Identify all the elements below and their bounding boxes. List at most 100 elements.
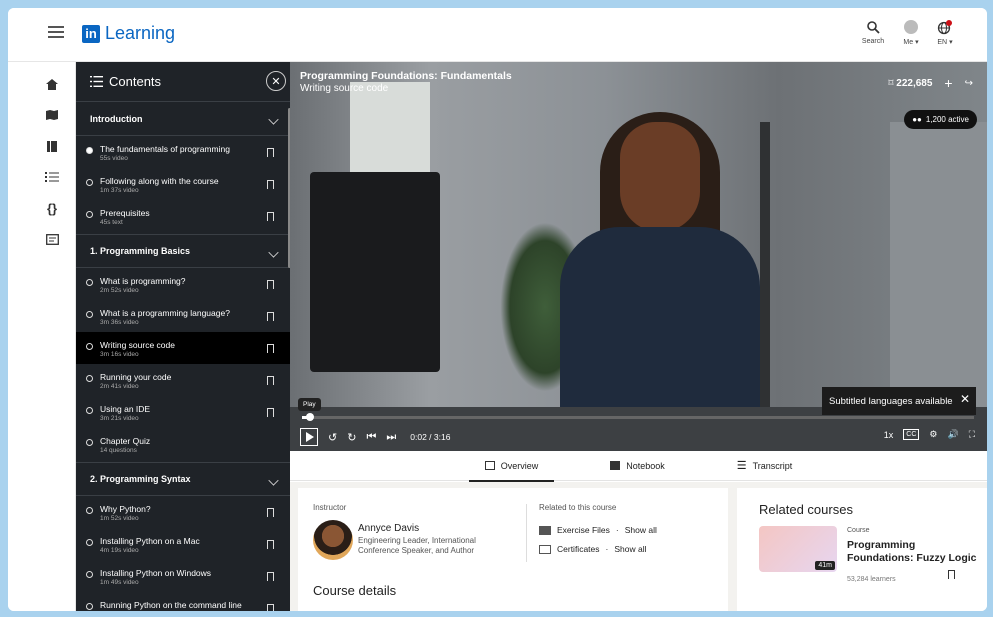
item-title: Chapter Quiz [100,436,151,446]
list-item[interactable]: Installing Python on Windows 1m 49s video [76,560,290,592]
list-item[interactable]: Using an IDE 3m 21s video [76,396,290,428]
app-frame: in Learning Search Me ▾ EN ▾ {} Contents… [8,8,987,611]
item-meta: 3m 16s video [100,351,139,358]
list-item-current[interactable]: Writing source code 3m 16s video [76,332,290,364]
language-nav[interactable]: EN ▾ [930,16,960,46]
course-kind: Course [847,527,870,534]
app-title: Learning [105,23,176,43]
list-item[interactable]: Running Python on the command line [76,592,290,611]
menu-icon[interactable] [48,26,64,38]
linkedin-learning-logo[interactable]: in Learning [82,23,175,44]
certificate-icon [539,544,551,554]
status-dot-icon [86,507,93,514]
tab-overview[interactable]: Overview [468,451,555,482]
list-item[interactable]: The fundamentals of programming 55s video [76,136,290,168]
certificates-row[interactable]: Certificates · Show all [539,544,647,554]
divider [526,504,527,562]
next-icon[interactable]: ⏭ [386,431,396,444]
speed-button[interactable]: 1x [884,430,894,440]
play-tooltip: Play [298,398,321,411]
close-icon[interactable]: ✕ [266,71,286,91]
list-item[interactable]: What is programming? 2m 52s video [76,268,290,300]
show-all-link[interactable]: Show all [614,544,646,554]
close-icon[interactable]: ✕ [960,392,970,406]
list-item[interactable]: Prerequisites 45s text [76,200,290,234]
separator-dot: · [605,544,609,554]
item-meta: 3m 21s video [100,415,139,422]
completed-dot-icon [86,147,93,154]
instructor-name[interactable]: Annyce Davis [358,523,419,534]
list-icon[interactable] [44,169,60,185]
tab-label: Transcript [752,460,793,471]
video-top-actions: ⌑ 222,685 + ↪ [888,75,973,91]
library-icon[interactable] [44,138,60,154]
video-lamp [760,122,770,422]
bookmark-icon[interactable] [267,408,274,417]
search-icon [858,16,888,38]
bookmark-icon[interactable] [267,280,274,289]
transcript-icon: ☰ [736,460,747,472]
bookmark-icon[interactable] [267,180,274,189]
volume-icon[interactable]: 🔊 [947,429,958,440]
item-title: Running Python on the command line [100,600,242,610]
toc-icon [90,76,103,87]
add-icon[interactable]: + [944,75,952,91]
progress-handle[interactable] [306,413,314,421]
video-player[interactable]: Programming Foundations: Fundamentals Wr… [290,62,987,451]
fullscreen-icon[interactable]: ⛶ [969,429,975,440]
play-button[interactable] [300,428,318,446]
list-item[interactable]: Installing Python on a Mac 4m 19s video [76,528,290,560]
home-icon[interactable] [44,76,60,92]
bookmark-icon[interactable] [267,212,274,221]
item-title: Running your code [100,372,172,382]
instructor-avatar[interactable] [313,520,353,560]
bookmark-icon[interactable] [267,540,274,549]
globe-icon [930,16,960,38]
show-all-link[interactable]: Show all [625,525,657,535]
bookmark-icon[interactable] [267,376,274,385]
map-icon[interactable] [44,107,60,123]
section-header[interactable]: Introduction [76,102,290,136]
forward-10-icon[interactable]: ↻ [347,431,356,444]
share-icon[interactable]: ↪ [965,78,973,89]
rewind-10-icon[interactable]: ↺ [328,431,337,444]
bookmark-icon[interactable] [267,148,274,157]
certificate-icon[interactable] [44,231,60,247]
bookmark-icon[interactable] [267,604,274,611]
status-dot-icon [86,407,93,414]
list-item[interactable]: Running your code 2m 41s video [76,364,290,396]
search-nav[interactable]: Search [858,16,888,45]
course-thumbnail[interactable]: 41m [759,526,837,572]
instructor-figure [560,112,760,427]
folder-icon [539,525,551,535]
status-dot-icon [86,211,93,218]
lang-label: EN [937,39,948,46]
tab-transcript[interactable]: ☰ Transcript [721,451,809,481]
bookmark-icon[interactable] [267,572,274,581]
status-dot-icon [86,375,93,382]
save-count[interactable]: ⌑ 222,685 [888,78,932,89]
list-item[interactable]: What is a programming language? 3m 36s vi… [76,300,290,332]
status-dot-icon [86,311,93,318]
bookmark-icon[interactable] [948,570,955,579]
previous-icon[interactable]: ⏮ [366,431,376,444]
course-name[interactable]: Programming Foundations: Fuzzy Logic [847,539,977,565]
settings-gear-icon[interactable]: ⚙ [929,429,937,440]
status-dot-icon [86,603,93,610]
item-meta: 3m 36s video [100,319,139,326]
tab-notebook[interactable]: Notebook [594,451,681,481]
section-header[interactable]: 2. Programming Syntax [76,462,290,496]
item-title: Following along with the course [100,176,219,186]
list-item[interactable]: Why Python? 1m 52s video [76,496,290,528]
exercise-files-row[interactable]: Exercise Files · Show all [539,525,657,535]
list-item[interactable]: Chapter Quiz 14 questions [76,428,290,462]
bookmark-icon[interactable] [267,344,274,353]
captions-button[interactable]: CC [903,429,920,440]
list-item[interactable]: Following along with the course 1m 37s vi… [76,168,290,200]
bookmark-icon[interactable] [267,508,274,517]
section-header[interactable]: 1. Programming Basics [76,234,290,268]
bookmark-icon[interactable] [267,312,274,321]
progress-bar[interactable] [302,413,974,421]
code-braces-icon[interactable]: {} [44,200,60,216]
me-nav[interactable]: Me ▾ [896,16,926,46]
